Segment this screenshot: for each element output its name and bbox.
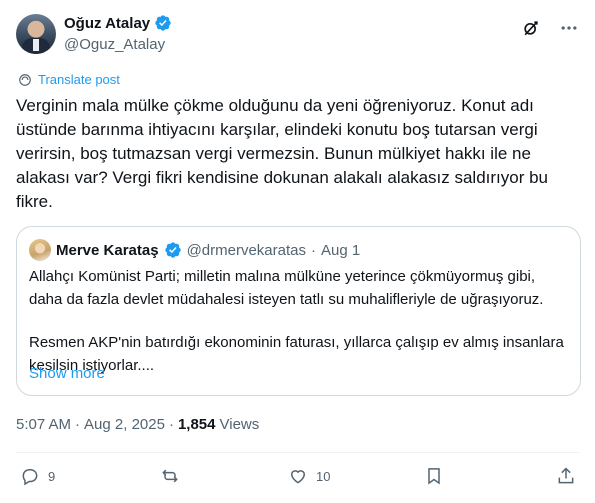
repost-button[interactable] bbox=[160, 466, 180, 486]
quoted-author-avatar bbox=[29, 239, 51, 261]
like-button[interactable]: 10 bbox=[288, 466, 330, 486]
more-icon[interactable] bbox=[559, 18, 579, 38]
author-name[interactable]: Oğuz Atalay bbox=[64, 15, 150, 32]
post-header: Oğuz Atalay @Oguz_Atalay bbox=[16, 12, 579, 56]
bookmark-button[interactable] bbox=[424, 466, 444, 486]
quoted-post-header: Merve Karataş @drmervekaratas · Aug 1 bbox=[29, 239, 360, 261]
quoted-paragraph-1: Allahçı Komünist Parti; milletin malına … bbox=[29, 268, 544, 308]
reply-icon bbox=[22, 469, 38, 486]
author-avatar[interactable] bbox=[16, 14, 56, 54]
grok-icon[interactable] bbox=[521, 18, 541, 38]
quoted-author-name: Merve Karataş bbox=[56, 241, 159, 259]
author-name-row: Oğuz Atalay bbox=[64, 14, 172, 32]
quoted-post-text: Allahçı Komünist Parti; milletin malına … bbox=[29, 265, 569, 377]
verified-icon bbox=[155, 15, 171, 31]
share-icon bbox=[558, 467, 574, 484]
share-button[interactable] bbox=[556, 466, 576, 486]
translate-label: Translate post bbox=[38, 72, 120, 87]
verified-icon bbox=[164, 242, 181, 258]
meta-separator: · bbox=[75, 416, 81, 433]
reply-count: 9 bbox=[48, 468, 56, 484]
post-meta: 5:07 AM · Aug 2, 2025 · 1,854 Views bbox=[16, 416, 259, 433]
views-label: Views bbox=[219, 416, 260, 433]
bookmark-icon bbox=[428, 468, 440, 485]
reply-button[interactable]: 9 bbox=[20, 466, 55, 486]
quoted-post[interactable]: Merve Karataş @drmervekaratas · Aug 1 Al… bbox=[16, 226, 581, 396]
post-date[interactable]: Aug 2, 2025 bbox=[84, 416, 165, 433]
views-count: 1,854 bbox=[177, 416, 216, 433]
action-bar: 9 10 bbox=[16, 466, 579, 490]
show-more-link[interactable]: Show more bbox=[29, 365, 105, 382]
post-text: Verginin mala mülke çökme olduğunu da ye… bbox=[16, 96, 549, 211]
post-time[interactable]: 5:07 AM bbox=[16, 416, 71, 433]
quoted-paragraph-2: Resmen AKP'nin batırdığı ekonominin fatu… bbox=[29, 334, 564, 374]
translate-post-link[interactable]: Translate post bbox=[18, 72, 120, 87]
divider bbox=[16, 452, 579, 453]
quoted-date: Aug 1 bbox=[321, 241, 361, 259]
like-icon bbox=[290, 470, 306, 484]
quoted-separator: · bbox=[311, 241, 316, 259]
like-count: 10 bbox=[316, 468, 331, 484]
meta-separator: · bbox=[168, 416, 174, 433]
repost-icon bbox=[162, 469, 178, 483]
translate-icon bbox=[19, 73, 31, 86]
quoted-author-handle: @drmervekaratas bbox=[186, 241, 306, 259]
author-handle[interactable]: @Oguz_Atalay bbox=[64, 36, 165, 53]
